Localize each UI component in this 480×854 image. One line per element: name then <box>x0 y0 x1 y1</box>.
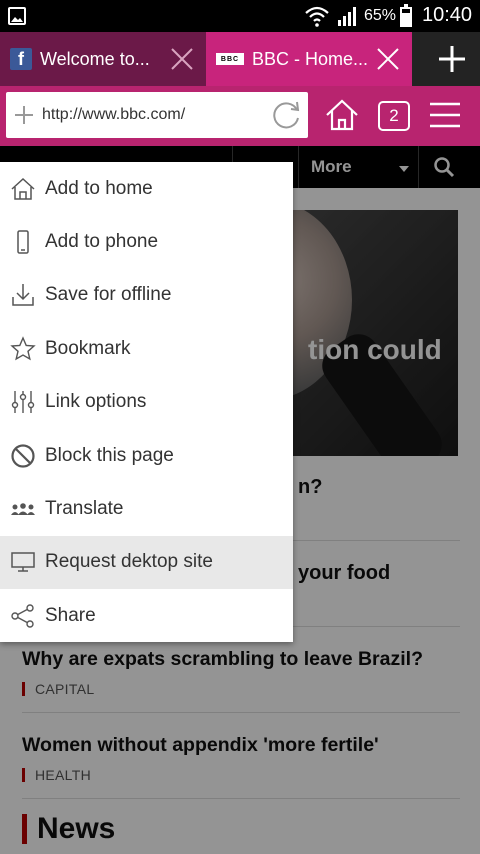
close-tab-icon[interactable] <box>164 41 200 77</box>
menu-item-save-offline[interactable]: Save for offline <box>0 269 293 322</box>
menu-item-bookmark[interactable]: Bookmark <box>0 322 293 375</box>
desktop-icon <box>0 549 45 575</box>
clock: 10:40 <box>422 4 473 26</box>
url-field[interactable]: http://www.bbc.com/ <box>6 92 308 138</box>
home-icon <box>0 176 45 202</box>
menu-item-label: Share <box>45 604 96 626</box>
tab-bbc[interactable]: BBC BBC - Home... <box>206 32 412 86</box>
url-text: http://www.bbc.com/ <box>42 106 186 123</box>
menu-item-label: Add to home <box>45 177 153 199</box>
menu-item-link-options[interactable]: Link options <box>0 376 293 429</box>
tab-bar: f Welcome to... BBC BBC - Home... <box>0 32 480 86</box>
home-icon[interactable] <box>324 98 360 132</box>
menu-item-label: Link options <box>45 391 147 413</box>
sliders-icon <box>0 389 45 415</box>
phone-icon <box>0 229 45 255</box>
reload-button[interactable] <box>264 98 308 132</box>
signal-icon <box>338 7 356 26</box>
tab-facebook[interactable]: f Welcome to... <box>0 32 206 86</box>
menu-item-label: Bookmark <box>45 337 131 359</box>
block-icon <box>0 443 45 469</box>
image-notification-icon <box>8 7 26 25</box>
wifi-icon <box>305 6 329 27</box>
tab-count-button[interactable]: 2 <box>378 101 410 131</box>
menu-item-label: Request dektop site <box>45 551 213 573</box>
battery-percent: 65% <box>364 7 397 24</box>
new-tab-button[interactable] <box>424 32 480 86</box>
bbc-favicon-icon: BBC <box>216 53 244 65</box>
tab-title: BBC - Home... <box>252 48 369 69</box>
address-bar: http://www.bbc.com/ 2 <box>0 86 480 146</box>
plus-icon <box>15 106 33 124</box>
star-icon <box>0 336 45 362</box>
share-icon <box>0 603 45 629</box>
menu-item-request-desktop[interactable]: Request dektop site <box>0 535 293 590</box>
menu-item-label: Save for offline <box>45 284 172 306</box>
facebook-favicon-icon: f <box>10 48 32 70</box>
download-icon <box>0 282 45 308</box>
browser-menu: Add to home Add to phone Save for offlin… <box>0 162 293 642</box>
plus-icon <box>439 46 465 72</box>
tab-title: Welcome to... <box>40 48 150 69</box>
menu-item-label: Add to phone <box>45 231 159 253</box>
menu-item-block-page[interactable]: Block this page <box>0 429 293 482</box>
menu-item-label: Block this page <box>45 444 174 466</box>
close-tab-icon[interactable] <box>370 41 406 77</box>
menu-item-translate[interactable]: Translate <box>0 482 293 535</box>
menu-item-add-to-home[interactable]: Add to home <box>0 162 293 215</box>
menu-item-share[interactable]: Share <box>0 589 293 642</box>
add-bookmark-button[interactable] <box>6 105 42 125</box>
menu-item-add-to-phone[interactable]: Add to phone <box>0 215 293 268</box>
reload-icon <box>273 101 300 129</box>
status-bar: 65% 10:40 <box>0 0 480 32</box>
menu-item-label: Translate <box>45 498 124 520</box>
battery-icon <box>400 4 412 27</box>
menu-icon[interactable] <box>428 100 462 130</box>
translate-icon <box>0 496 45 522</box>
